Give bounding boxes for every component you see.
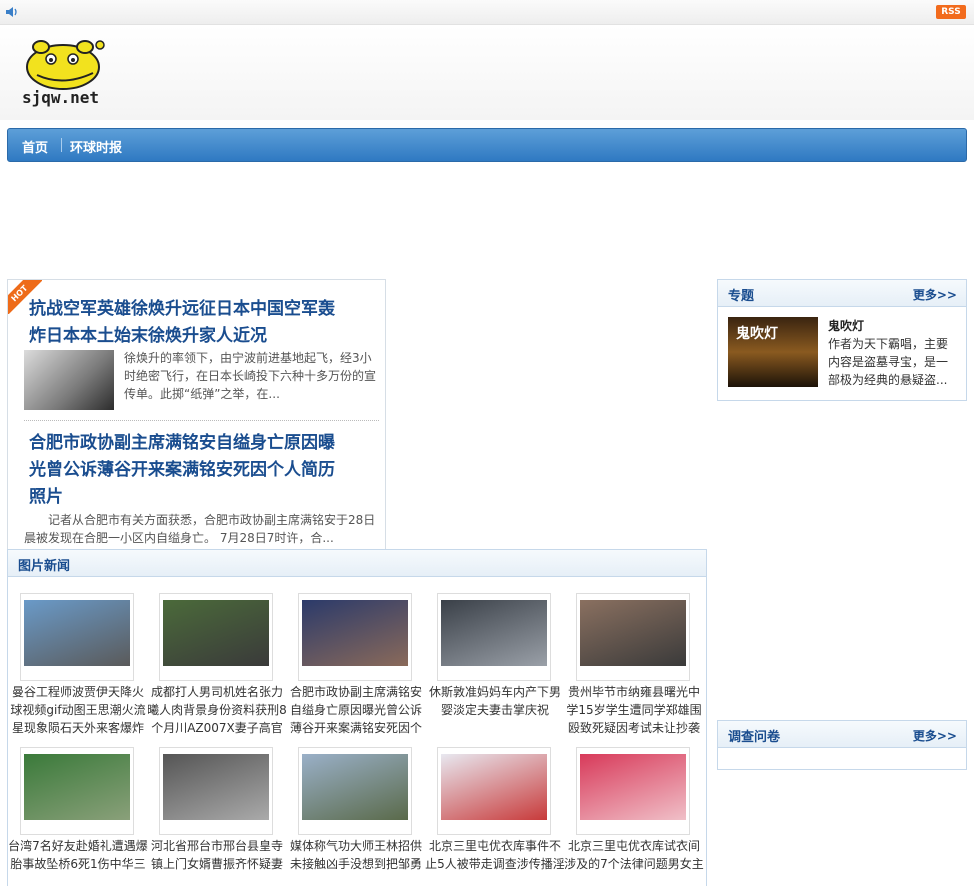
picture-news-caption[interactable]: 媒体称气功大师王林招供 未接触凶手没想到把邹勇 <box>286 837 426 879</box>
nav-item-home[interactable]: 首页 <box>22 137 48 156</box>
picture-news-header: 图片新闻 <box>8 550 706 577</box>
survey-title[interactable]: 调查问卷 <box>728 726 780 745</box>
picture-news-caption[interactable]: 北京三里屯优衣库试衣间 涉及的7个法律问题男女主 <box>564 837 704 879</box>
divider <box>24 420 379 421</box>
picture-news-box: 图片新闻 曼谷工程师波贾伊天降火 球视频gif动图王思潮火流 星现象陨石天外来客爆炸… <box>7 549 707 886</box>
picture-news-image[interactable] <box>20 747 134 835</box>
nav-item-global-times[interactable]: 环球时报 <box>70 137 122 156</box>
photo-placeholder <box>441 600 547 666</box>
picture-news-caption[interactable]: 河北省邢台市邢台县皇寺 镇上门女婿曹振齐怀疑妻 <box>147 837 287 879</box>
photo-placeholder <box>24 754 130 820</box>
hot-article-summary-2: 记者从合肥市有关方面获悉，合肥市政协副主席满铭安于28日 晨被发现在合肥一小区内… <box>24 513 376 545</box>
survey-box: 调查问卷 更多>> <box>717 720 967 770</box>
hot-article-title-2[interactable]: 合肥市政协副主席满铭安自缢身亡原因曝 光曾公诉薄谷开来案满铭安死因个人简历 照片 <box>29 430 381 511</box>
hot-article-thumbnail[interactable] <box>24 350 114 410</box>
picture-news-image[interactable] <box>576 747 690 835</box>
topics-title[interactable]: 专题 <box>728 285 754 304</box>
topics-box: 专题 更多>> 鬼吹灯 鬼吹灯 作者为天下霸唱，主要内容是盗墓寻宝，是一部极为经… <box>717 279 967 401</box>
picture-news-image[interactable] <box>437 593 551 681</box>
picture-news-caption[interactable]: 休斯敦准妈妈车内产下男 婴淡定夫妻击掌庆祝 <box>425 683 565 737</box>
speaker-icon[interactable] <box>5 5 19 19</box>
survey-header: 调查问卷 更多>> <box>718 721 966 748</box>
picture-news-image[interactable] <box>298 593 412 681</box>
topics-header: 专题 更多>> <box>718 280 966 307</box>
picture-news-image[interactable] <box>437 747 551 835</box>
hot-article-title-1[interactable]: 抗战空军英雄徐焕升远征日本中国空军轰 炸日本本土始末徐焕升家人近况 <box>29 296 381 350</box>
photo-placeholder <box>580 754 686 820</box>
hot-news-box: HOT 抗战空军英雄徐焕升远征日本中国空军轰 炸日本本土始末徐焕升家人近况 徐焕升… <box>7 279 386 550</box>
rss-button[interactable]: RSS <box>936 5 966 19</box>
site-header: sjqw.net <box>0 25 974 120</box>
picture-news-image[interactable] <box>159 747 273 835</box>
survey-more-link[interactable]: 更多>> <box>913 727 957 744</box>
picture-news-title[interactable]: 图片新闻 <box>18 555 70 574</box>
hot-article-summary-1: 徐焕升的率领下，由宁波前进基地起飞，经3小 时绝密飞行，在日本长崎投下六种十多万… <box>124 351 377 401</box>
picture-news-image[interactable] <box>576 593 690 681</box>
photo-placeholder <box>441 754 547 820</box>
picture-news-caption[interactable]: 贵州毕节市纳雍县曙光中 学15岁学生遭同学郑雄围 殴致死疑因考试未让抄袭 <box>564 683 704 737</box>
picture-news-caption[interactable]: 台湾7名好友赴婚礼遭遇爆 胎事故坠桥6死1伤中华三 <box>8 837 148 879</box>
top-bar: RSS <box>0 0 974 25</box>
picture-news-caption[interactable]: 曼谷工程师波贾伊天降火 球视频gif动图王思潮火流 星现象陨石天外来客爆炸 <box>8 683 148 737</box>
logo-text[interactable]: sjqw.net <box>22 88 99 107</box>
main-nav: 首页 环球时报 <box>7 128 967 162</box>
photo-placeholder <box>580 600 686 666</box>
topic-name[interactable]: 鬼吹灯 <box>828 317 864 334</box>
picture-news-image[interactable] <box>298 747 412 835</box>
topic-thumbnail[interactable]: 鬼吹灯 <box>728 317 818 387</box>
photo-placeholder <box>24 600 130 666</box>
topics-more-link[interactable]: 更多>> <box>913 286 957 303</box>
picture-news-image[interactable] <box>20 593 134 681</box>
photo-placeholder <box>163 754 269 820</box>
photo-placeholder <box>302 600 408 666</box>
picture-news-caption[interactable]: 成都打人男司机姓名张力曦人肉背景身份资料获刑8个月川AZ007X妻子高官警 <box>147 683 287 737</box>
photo-placeholder <box>163 600 269 666</box>
topic-description: 作者为天下霸唱，主要内容是盗墓寻宝，是一部极为经典的悬疑盗... <box>828 337 949 387</box>
photo-placeholder <box>302 754 408 820</box>
picture-news-caption[interactable]: 合肥市政协副主席满铭安 自缢身亡原因曝光曾公诉 薄谷开来案满铭安死因个 <box>286 683 426 737</box>
nav-separator <box>61 138 62 152</box>
picture-news-caption[interactable]: 北京三里屯优衣库事件不 止5人被带走调查涉传播淫 <box>425 837 565 879</box>
picture-news-image[interactable] <box>159 593 273 681</box>
